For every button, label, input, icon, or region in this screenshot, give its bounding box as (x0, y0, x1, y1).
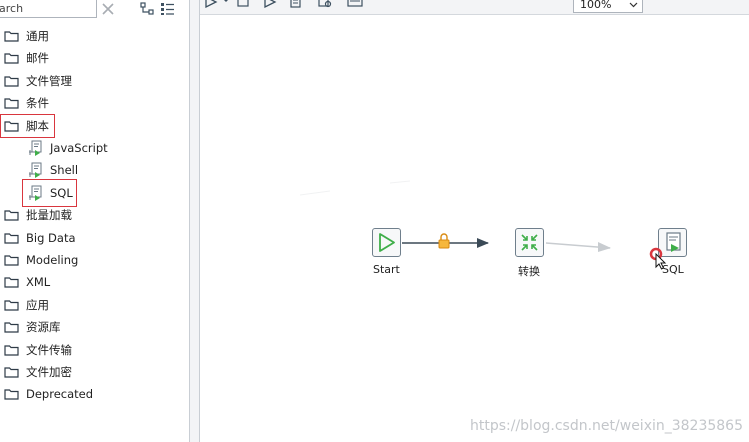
check-icon[interactable] (289, 0, 303, 8)
tree-folder-label: Deprecated (26, 387, 94, 402)
transform-node-label: 转换 (518, 265, 540, 278)
folder-icon (4, 52, 19, 64)
tree-folder-label: 邮件 (26, 51, 49, 66)
tree-folder-label: 文件管理 (26, 73, 72, 88)
start-node[interactable] (372, 228, 401, 257)
start-node-label: Start (373, 263, 400, 276)
folder-icon (4, 366, 19, 378)
search-input[interactable] (0, 0, 96, 17)
play-icon (379, 233, 395, 252)
run-dropdown-icon[interactable] (222, 0, 230, 4)
chevron-down-icon (629, 2, 638, 7)
panel-splitter[interactable] (189, 0, 200, 442)
tree-entry-label: Shell (50, 163, 79, 178)
clear-icon[interactable] (101, 2, 115, 16)
tree-folder-label: 批量加载 (26, 208, 72, 223)
collapse-all-icon[interactable] (160, 2, 175, 16)
folder-icon (4, 30, 19, 42)
folder-icon (4, 209, 19, 221)
tree-folder[interactable]: Big Data (4, 228, 76, 248)
transform-node[interactable] (515, 228, 544, 257)
tree-folder[interactable]: 批量加载 (4, 205, 72, 225)
tree-folder[interactable]: 通用 (4, 26, 49, 46)
folder-icon (4, 97, 19, 109)
tree-folder[interactable]: Deprecated (4, 384, 93, 404)
stop-icon[interactable] (237, 0, 249, 8)
highlight-box (22, 178, 77, 207)
tree-folder[interactable]: XML (4, 272, 50, 292)
folder-icon (4, 388, 19, 400)
folder-icon (4, 254, 19, 266)
hop-transform-to-sql[interactable] (545, 242, 611, 252)
tree-folder[interactable]: 文件管理 (4, 71, 72, 91)
folder-icon (4, 232, 19, 244)
tree-folder[interactable]: 文件传输 (4, 340, 72, 360)
zoom-select[interactable]: 100% (573, 0, 643, 13)
sql-node-label: SQL (662, 263, 684, 276)
tree-folder-label: Big Data (26, 230, 76, 245)
tree-folder[interactable]: 应用 (4, 295, 49, 315)
tree-folder-label: 应用 (26, 297, 49, 312)
folder-icon (4, 75, 19, 87)
analyze-icon[interactable] (318, 0, 332, 8)
tree-folder[interactable]: 资源库 (4, 317, 61, 337)
tree-entry[interactable]: Shell (28, 160, 78, 180)
folder-icon (4, 344, 19, 356)
preview-icon[interactable] (263, 0, 277, 8)
tree-folder[interactable]: 文件加密 (4, 362, 72, 382)
expand-all-icon[interactable] (140, 2, 155, 16)
run-icon[interactable] (204, 0, 218, 8)
hop-lock-icon (438, 233, 450, 249)
job-canvas[interactable]: Start 转换 SQL https://blog.csdn.net/weixi… (200, 15, 749, 442)
script-icon (28, 162, 44, 179)
tree-entry[interactable]: JavaScript (28, 138, 108, 158)
tree-folder[interactable]: 条件 (4, 93, 49, 113)
tree-folder-label: 资源库 (26, 320, 61, 335)
tree-folder-label: XML (26, 275, 51, 290)
highlight-box (0, 113, 55, 138)
transform-icon (521, 234, 538, 251)
zoom-value: 100% (580, 0, 612, 11)
tree-folder[interactable]: Modeling (4, 250, 78, 270)
folder-icon (4, 299, 19, 311)
tree-folder-label: 通用 (26, 29, 49, 43)
tree-folder[interactable]: 邮件 (4, 48, 49, 68)
script-icon (28, 140, 44, 156)
design-panel: 通用邮件文件管理条件脚本JavaScriptShellSQL批量加载Big Da… (0, 0, 189, 442)
watermark: https://blog.csdn.net/weixin_38235865 (469, 418, 743, 434)
sql-script-icon (666, 232, 681, 252)
tree-folder-label: 条件 (26, 96, 49, 111)
folder-icon (4, 321, 19, 333)
search-box[interactable] (0, 0, 97, 18)
canvas-toolbar: 100% (200, 0, 749, 15)
tree-entry-label: JavaScript (50, 141, 108, 155)
tree-folder-label: Modeling (26, 253, 79, 267)
tree-folder-label: 文件加密 (26, 365, 72, 379)
sql-icon[interactable] (347, 0, 363, 8)
folder-icon (4, 276, 19, 288)
tree-folder-label: 文件传输 (26, 342, 72, 357)
